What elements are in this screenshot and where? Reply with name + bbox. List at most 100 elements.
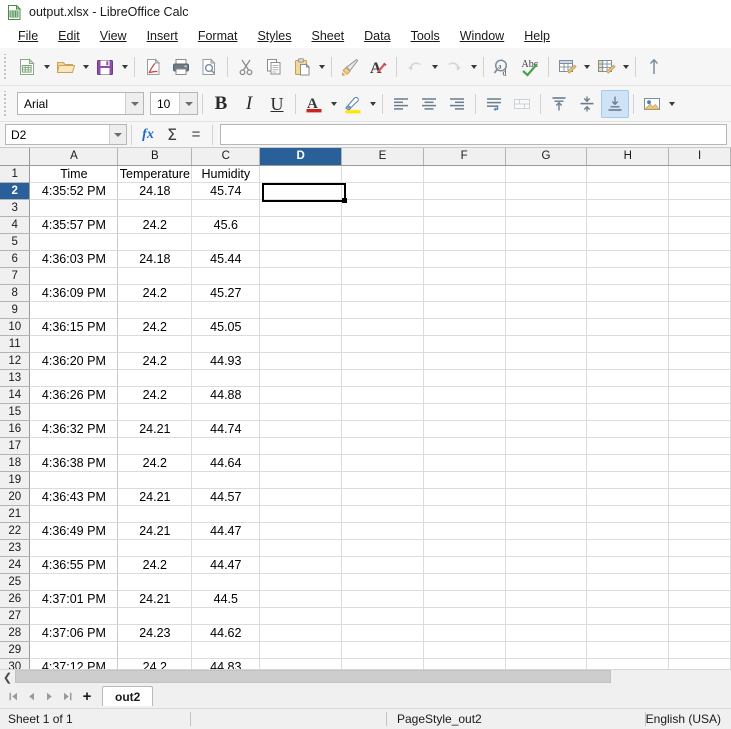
menu-view[interactable]: View bbox=[90, 27, 137, 45]
cell-E15[interactable] bbox=[341, 403, 424, 421]
cell-H23[interactable] bbox=[586, 539, 670, 557]
cell-A22[interactable]: 4:36:49 PM bbox=[29, 522, 119, 540]
cell-C22[interactable]: 44.47 bbox=[191, 522, 261, 540]
menu-help[interactable]: Help bbox=[514, 27, 560, 45]
row-header-24[interactable]: 24 bbox=[0, 556, 31, 574]
cell-G28[interactable] bbox=[505, 624, 588, 642]
select-all-corner[interactable] bbox=[0, 148, 31, 166]
export-pdf-button[interactable] bbox=[139, 53, 167, 81]
row-header-22[interactable]: 22 bbox=[0, 522, 31, 540]
cell-A28[interactable]: 4:37:06 PM bbox=[29, 624, 119, 642]
cell-C15[interactable] bbox=[191, 403, 261, 421]
menu-insert[interactable]: Insert bbox=[137, 27, 188, 45]
cell-A13[interactable] bbox=[29, 369, 119, 387]
cell-B18[interactable]: 24.2 bbox=[117, 454, 193, 472]
cell-C14[interactable]: 44.88 bbox=[191, 386, 261, 404]
cell-H20[interactable] bbox=[586, 488, 670, 506]
cell-E29[interactable] bbox=[341, 641, 424, 659]
cell-D30[interactable] bbox=[259, 658, 343, 669]
cell-D14[interactable] bbox=[259, 386, 343, 404]
cell-F28[interactable] bbox=[423, 624, 506, 642]
cell-H15[interactable] bbox=[586, 403, 670, 421]
sheet-tab-out2[interactable]: out2 bbox=[102, 686, 154, 706]
cell-A30[interactable]: 4:37:12 PM bbox=[29, 658, 119, 669]
cell-B26[interactable]: 24.21 bbox=[117, 590, 193, 608]
cell-I28[interactable] bbox=[668, 624, 731, 642]
cell-F2[interactable] bbox=[423, 182, 506, 200]
sort-ascending-button[interactable] bbox=[640, 53, 668, 81]
save-dropdown[interactable] bbox=[119, 53, 130, 81]
cell-E14[interactable] bbox=[341, 386, 424, 404]
cell-I13[interactable] bbox=[668, 369, 731, 387]
cell-B9[interactable] bbox=[117, 301, 193, 319]
cell-B29[interactable] bbox=[117, 641, 193, 659]
cell-B23[interactable] bbox=[117, 539, 193, 557]
cell-H21[interactable] bbox=[586, 505, 670, 523]
cell-C2[interactable]: 45.74 bbox=[191, 182, 261, 200]
cell-A3[interactable] bbox=[29, 199, 119, 217]
row-header-18[interactable]: 18 bbox=[0, 454, 31, 472]
cell-I24[interactable] bbox=[668, 556, 731, 574]
column-header-d[interactable]: D bbox=[259, 148, 343, 166]
cell-A10[interactable]: 4:36:15 PM bbox=[29, 318, 119, 336]
find-replace-button[interactable]: a d bbox=[488, 53, 516, 81]
cell-F1[interactable] bbox=[423, 165, 506, 183]
cell-H26[interactable] bbox=[586, 590, 670, 608]
row-header-3[interactable]: 3 bbox=[0, 199, 31, 217]
cell-E27[interactable] bbox=[341, 607, 424, 625]
cell-B25[interactable] bbox=[117, 573, 193, 591]
font-size-dropdown-icon[interactable] bbox=[179, 93, 197, 114]
cell-A21[interactable] bbox=[29, 505, 119, 523]
cell-I25[interactable] bbox=[668, 573, 731, 591]
paste-dropdown[interactable] bbox=[316, 53, 327, 81]
cell-I17[interactable] bbox=[668, 437, 731, 455]
cell-I15[interactable] bbox=[668, 403, 731, 421]
font-color-dropdown[interactable] bbox=[328, 90, 339, 118]
cell-A11[interactable] bbox=[29, 335, 119, 353]
cell-A4[interactable]: 4:35:57 PM bbox=[29, 216, 119, 234]
cell-C19[interactable] bbox=[191, 471, 261, 489]
cell-C13[interactable] bbox=[191, 369, 261, 387]
cell-D27[interactable] bbox=[259, 607, 343, 625]
copy-button[interactable] bbox=[260, 53, 288, 81]
cell-H3[interactable] bbox=[586, 199, 670, 217]
cell-E9[interactable] bbox=[341, 301, 424, 319]
cell-E4[interactable] bbox=[341, 216, 424, 234]
cell-F3[interactable] bbox=[423, 199, 506, 217]
print-preview-button[interactable] bbox=[195, 53, 223, 81]
menu-sheet[interactable]: Sheet bbox=[301, 27, 354, 45]
cell-E11[interactable] bbox=[341, 335, 424, 353]
cell-A12[interactable]: 4:36:20 PM bbox=[29, 352, 119, 370]
merge-cells-button[interactable] bbox=[508, 90, 536, 118]
row-header-25[interactable]: 25 bbox=[0, 573, 31, 591]
column-header-e[interactable]: E bbox=[341, 148, 424, 166]
cell-E8[interactable] bbox=[341, 284, 424, 302]
cell-G25[interactable] bbox=[505, 573, 588, 591]
cell-D25[interactable] bbox=[259, 573, 343, 591]
cell-C24[interactable]: 44.47 bbox=[191, 556, 261, 574]
cell-B5[interactable] bbox=[117, 233, 193, 251]
cell-C25[interactable] bbox=[191, 573, 261, 591]
cell-G1[interactable] bbox=[505, 165, 588, 183]
cell-B11[interactable] bbox=[117, 335, 193, 353]
column-dropdown[interactable] bbox=[620, 53, 631, 81]
cell-H22[interactable] bbox=[586, 522, 670, 540]
cell-G29[interactable] bbox=[505, 641, 588, 659]
cell-I18[interactable] bbox=[668, 454, 731, 472]
cell-H25[interactable] bbox=[586, 573, 670, 591]
cell-A29[interactable] bbox=[29, 641, 119, 659]
clone-formatting-button[interactable] bbox=[336, 53, 364, 81]
cell-B16[interactable]: 24.21 bbox=[117, 420, 193, 438]
cell-H9[interactable] bbox=[586, 301, 670, 319]
cell-H14[interactable] bbox=[586, 386, 670, 404]
align-top-button[interactable] bbox=[545, 90, 573, 118]
cell-A25[interactable] bbox=[29, 573, 119, 591]
cell-H28[interactable] bbox=[586, 624, 670, 642]
cell-D15[interactable] bbox=[259, 403, 343, 421]
menu-format[interactable]: Format bbox=[188, 27, 248, 45]
cell-A24[interactable]: 4:36:55 PM bbox=[29, 556, 119, 574]
cell-C10[interactable]: 45.05 bbox=[191, 318, 261, 336]
cell-G21[interactable] bbox=[505, 505, 588, 523]
scroll-track[interactable] bbox=[15, 669, 731, 685]
cell-F7[interactable] bbox=[423, 267, 506, 285]
